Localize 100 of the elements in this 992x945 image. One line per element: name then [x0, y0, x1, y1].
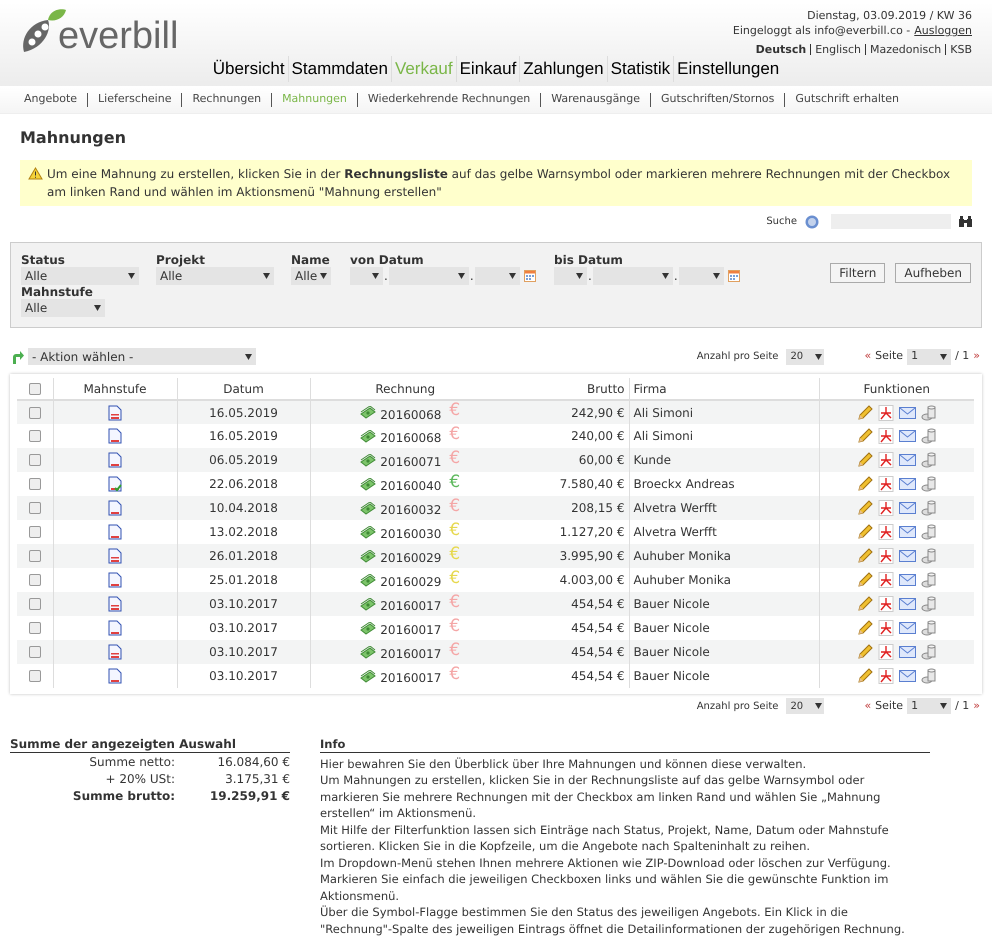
calendar-icon[interactable] [728, 270, 740, 282]
row-checkbox[interactable] [28, 454, 41, 466]
filter-button[interactable]: Filtern [830, 263, 886, 283]
invoice-link[interactable]: 20160017 [380, 645, 442, 663]
invoice-link[interactable]: 20160030 [380, 525, 442, 543]
invoice-link[interactable]: 20160017 [380, 597, 442, 615]
invoice-link[interactable]: 20160017 [380, 669, 442, 687]
previous-page-link[interactable]: « [864, 698, 872, 714]
row-checkbox[interactable] [28, 670, 41, 682]
column-header[interactable]: Mahnstufe [53, 378, 177, 400]
mail-icon[interactable] [898, 526, 916, 538]
select-all-checkbox[interactable] [28, 382, 41, 394]
pencil-icon[interactable] [856, 404, 873, 420]
language-link[interactable]: Deutsch [756, 42, 806, 57]
row-checkbox[interactable] [28, 502, 41, 514]
sub-nav-tab[interactable]: Gutschriften/Stornos [651, 91, 784, 108]
sub-nav-tab[interactable]: Warenausgänge [541, 91, 650, 108]
row-checkbox[interactable] [28, 430, 41, 442]
row-checkbox[interactable] [28, 526, 41, 538]
help-icon[interactable] [805, 214, 819, 228]
year-dropdown[interactable] [678, 267, 724, 285]
per-page-dropdown[interactable]: 20 [786, 348, 824, 364]
coins-icon[interactable] [920, 500, 937, 516]
coins-icon[interactable] [920, 548, 937, 564]
column-header[interactable]: Firma [629, 378, 819, 400]
sub-nav-tab[interactable]: Angebote [14, 91, 88, 108]
coins-icon[interactable] [920, 476, 937, 492]
dropdown[interactable]: Alle [291, 267, 331, 285]
main-nav-tab[interactable]: Stammdaten [288, 56, 391, 82]
row-checkbox[interactable] [28, 622, 41, 634]
page-dropdown[interactable]: 1 [907, 348, 952, 364]
mail-icon[interactable] [898, 550, 916, 562]
column-header[interactable]: Datum [177, 378, 310, 400]
per-page-dropdown[interactable]: 20 [786, 698, 824, 714]
column-header[interactable]: Funktionen [819, 378, 974, 400]
mail-icon[interactable] [898, 430, 916, 442]
mail-icon[interactable] [898, 622, 916, 634]
previous-page-link[interactable]: « [864, 348, 872, 365]
row-checkbox[interactable] [28, 574, 41, 586]
language-link[interactable]: KSB [950, 42, 972, 57]
coins-icon[interactable] [920, 404, 937, 420]
reset-button[interactable]: Aufheben [895, 263, 971, 283]
main-nav-tab[interactable]: Statistik [606, 56, 674, 82]
pencil-icon[interactable] [856, 524, 873, 540]
row-checkbox[interactable] [28, 406, 41, 418]
action-dropdown[interactable]: - Aktion wählen - [28, 348, 256, 365]
mail-icon[interactable] [898, 406, 916, 418]
coins-icon[interactable] [920, 428, 937, 444]
coins-icon[interactable] [920, 524, 937, 540]
pencil-icon[interactable] [856, 500, 873, 516]
mail-icon[interactable] [898, 670, 916, 682]
dropdown[interactable]: Alle [21, 299, 105, 317]
dropdown[interactable]: Alle [21, 267, 139, 285]
row-checkbox[interactable] [28, 550, 41, 562]
coins-icon[interactable] [920, 452, 937, 468]
invoice-link[interactable]: 20160032 [380, 501, 442, 519]
dropdown[interactable]: Alle [156, 267, 274, 285]
year-dropdown[interactable] [474, 267, 520, 285]
pencil-icon[interactable] [856, 476, 873, 492]
day-dropdown[interactable] [554, 267, 587, 285]
coins-icon[interactable] [920, 644, 937, 660]
row-checkbox[interactable] [28, 646, 41, 658]
main-nav-tab[interactable]: Einkauf [456, 56, 520, 82]
invoice-link[interactable]: 20160068 [380, 429, 442, 447]
sub-nav-tab[interactable]: Lieferscheine [88, 91, 182, 108]
sub-nav-tab[interactable]: Rechnungen [182, 91, 272, 108]
pencil-icon[interactable] [856, 572, 873, 588]
main-nav-tab[interactable]: Einstellungen [673, 56, 782, 82]
pencil-icon[interactable] [856, 644, 873, 660]
main-nav-tab[interactable]: Übersicht [210, 56, 288, 82]
coins-icon[interactable] [920, 596, 937, 612]
invoice-link[interactable]: 20160017 [380, 621, 442, 639]
pencil-icon[interactable] [856, 548, 873, 564]
coins-icon[interactable] [920, 572, 937, 588]
language-link[interactable]: Englisch [815, 42, 861, 57]
mail-icon[interactable] [898, 598, 916, 610]
pencil-icon[interactable] [856, 668, 873, 684]
row-checkbox[interactable] [28, 478, 41, 490]
invoice-link[interactable]: 20160068 [380, 406, 442, 424]
invoice-link[interactable]: 20160071 [380, 453, 442, 471]
language-link[interactable]: Mazedonisch [870, 42, 942, 57]
pencil-icon[interactable] [856, 428, 873, 444]
binoculars-icon[interactable] [959, 216, 972, 227]
mail-icon[interactable] [898, 646, 916, 658]
day-dropdown[interactable] [350, 267, 383, 285]
invoice-link[interactable]: 20160029 [380, 549, 442, 567]
calendar-icon[interactable] [524, 270, 536, 282]
mail-icon[interactable] [898, 502, 916, 514]
sub-nav-tab[interactable]: Gutschrift erhalten [785, 91, 909, 108]
pencil-icon[interactable] [856, 620, 873, 636]
invoice-link[interactable]: 20160040 [380, 477, 442, 495]
invoice-link[interactable]: 20160029 [380, 573, 442, 591]
row-checkbox[interactable] [28, 598, 41, 610]
mail-icon[interactable] [898, 454, 916, 466]
coins-icon[interactable] [920, 668, 937, 684]
mail-icon[interactable] [898, 478, 916, 490]
page-dropdown[interactable]: 1 [907, 698, 952, 714]
next-page-link[interactable]: » [973, 698, 980, 714]
coins-icon[interactable] [920, 620, 937, 636]
next-page-link[interactable]: » [973, 348, 980, 365]
